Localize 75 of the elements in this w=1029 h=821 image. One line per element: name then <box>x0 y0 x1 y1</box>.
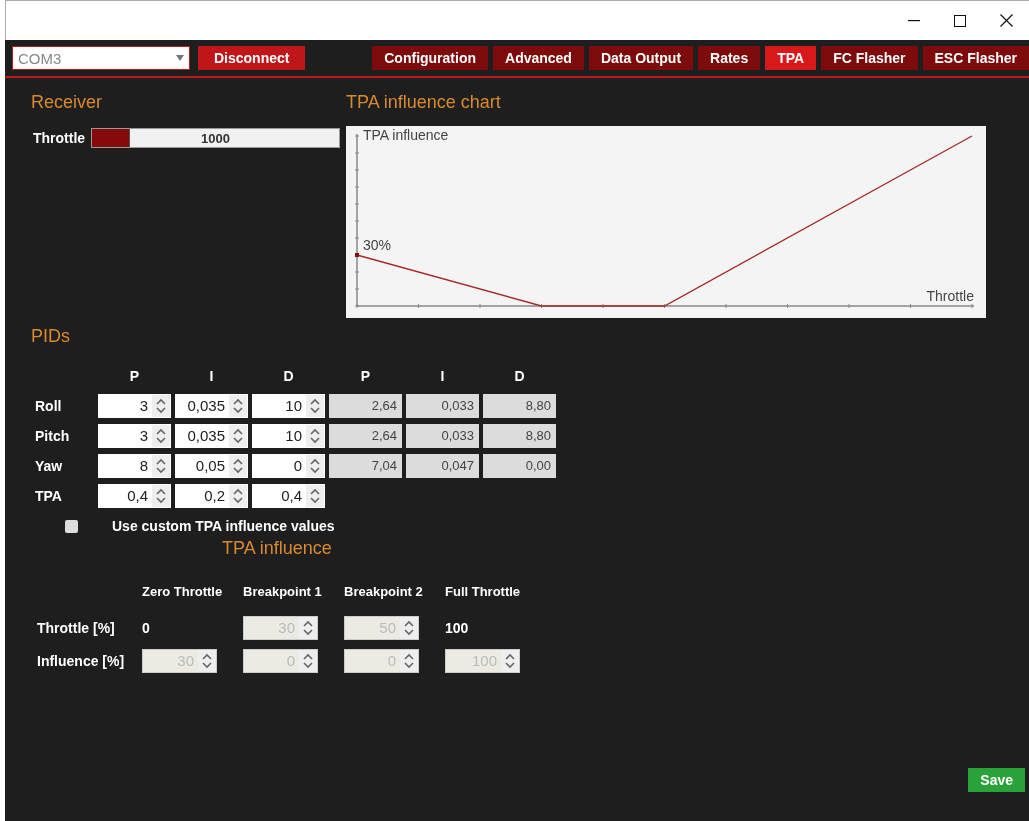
port-dropdown[interactable]: COM3 <box>12 46 190 70</box>
close-icon[interactable] <box>999 14 1013 27</box>
computed-value: 2,64 <box>329 394 402 418</box>
checkbox-label: Use custom TPA influence values <box>112 518 335 534</box>
tab[interactable]: ESC Flasher <box>922 46 1029 70</box>
spinner-icon[interactable] <box>310 488 320 504</box>
number-field[interactable]: 0 <box>252 454 325 478</box>
channel-reading: 1000 <box>201 130 230 146</box>
tab[interactable]: TPA <box>765 46 817 70</box>
computed-value: 8,80 <box>483 394 556 418</box>
number-field[interactable]: 0,035 <box>175 394 248 418</box>
spinner-icon[interactable] <box>156 458 166 474</box>
computed-value: 0,00 <box>483 454 556 478</box>
checkbox[interactable] <box>65 519 78 533</box>
column-header: D <box>282 367 295 386</box>
axis-label: Throttle <box>926 288 974 304</box>
value-text: 100 <box>445 620 470 636</box>
column-header: Zero Throttle <box>142 584 223 599</box>
row-label: Throttle [%] <box>37 620 116 636</box>
computed-value: 0,047 <box>406 454 479 478</box>
minimize-icon[interactable] <box>908 19 920 22</box>
computed-value: 8,80 <box>483 424 556 448</box>
computed-value: 2,64 <box>329 424 402 448</box>
spinner-icon[interactable] <box>310 428 320 444</box>
number-field[interactable]: 10 <box>252 424 325 448</box>
section-heading: PIDs <box>31 326 71 348</box>
row-label: Pitch <box>35 428 71 444</box>
column-header: P <box>128 367 141 386</box>
spinner-icon[interactable] <box>233 428 243 444</box>
row-label: Influence [%] <box>37 653 125 669</box>
number-field[interactable]: 0,05 <box>175 454 248 478</box>
column-header: Breakpoint 1 <box>243 584 322 599</box>
row-label: Yaw <box>35 458 64 474</box>
number-field[interactable]: 0,4 <box>98 484 171 508</box>
axis-label: TPA influence <box>363 127 449 143</box>
spinner-icon[interactable] <box>233 458 243 474</box>
tab[interactable]: Configuration <box>372 46 488 70</box>
spinner-icon[interactable] <box>156 488 166 504</box>
spinner-icon[interactable] <box>156 428 166 444</box>
column-header: Breakpoint 2 <box>344 584 423 599</box>
number-field[interactable]: 8 <box>98 454 171 478</box>
spinner-icon[interactable] <box>233 398 243 414</box>
computed-value: 0,033 <box>406 394 479 418</box>
section-heading: TPA influence chart <box>346 92 502 114</box>
spinner-icon[interactable] <box>156 398 166 414</box>
column-header: I <box>208 367 215 386</box>
section-heading: Receiver <box>31 92 104 114</box>
tab[interactable]: FC Flasher <box>821 46 918 70</box>
number-field[interactable]: 0,035 <box>175 424 248 448</box>
caret-icon[interactable] <box>176 55 184 61</box>
column-header: Full Throttle <box>445 584 521 599</box>
channel-label: Throttle <box>33 130 86 146</box>
spinner-icon[interactable] <box>310 398 320 414</box>
tab[interactable]: Advanced <box>493 46 584 70</box>
column-header: I <box>439 367 446 386</box>
section-heading: TPA influence <box>222 538 333 560</box>
column-header: P <box>359 367 372 386</box>
row-label: Roll <box>35 398 63 414</box>
spinner-icon[interactable] <box>310 458 320 474</box>
column-header: D <box>513 367 526 386</box>
number-field[interactable]: 3 <box>98 424 171 448</box>
number-field[interactable]: 10 <box>252 394 325 418</box>
row-label: TPA <box>35 488 63 504</box>
computed-value: 0,033 <box>406 424 479 448</box>
point-label: 30% <box>363 237 392 253</box>
value-text: 0 <box>142 620 151 636</box>
tab[interactable]: Data Output <box>588 46 694 70</box>
tab[interactable]: Rates <box>698 46 761 70</box>
number-field[interactable]: 0,2 <box>175 484 248 508</box>
disconnect-button[interactable]: Disconnect <box>198 46 306 70</box>
number-field[interactable]: 3 <box>98 394 171 418</box>
spinner-icon[interactable] <box>233 488 243 504</box>
number-field[interactable]: 0,4 <box>252 484 325 508</box>
computed-value: 7,04 <box>329 454 402 478</box>
maximize-icon[interactable] <box>954 14 966 27</box>
